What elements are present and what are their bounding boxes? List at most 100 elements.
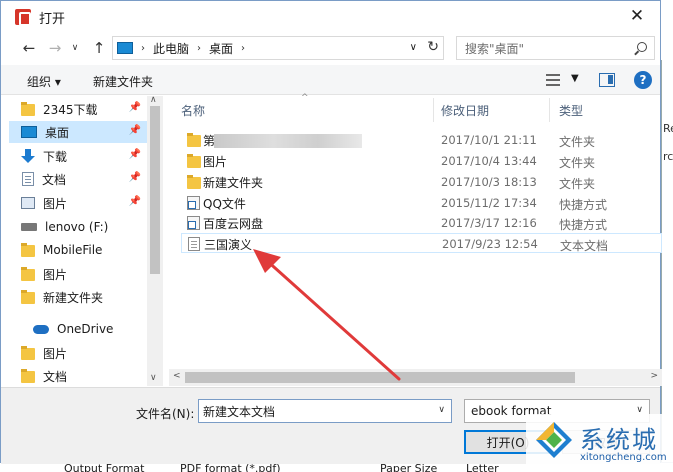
- download-icon: [21, 149, 35, 163]
- address-row: ← → ∨ ↑ › 此电脑 › 桌面 › ∨ ↻ 搜索"桌面": [1, 34, 660, 62]
- watermark-title: 系统城: [580, 426, 658, 454]
- view-options-icon[interactable]: [546, 74, 560, 86]
- column-divider[interactable]: [549, 98, 550, 122]
- nav-pane-scrollbar[interactable]: ∧ ∨: [147, 95, 163, 386]
- nav-item-label: 新建文件夹: [43, 290, 104, 305]
- file-row[interactable]: 新建文件夹 2017/10/3 18:13 文件夹: [181, 172, 662, 192]
- breadcrumb-this-pc[interactable]: 此电脑: [153, 40, 189, 57]
- app-icon: [15, 9, 31, 26]
- filename-input[interactable]: 新建文本文档 ∨: [198, 399, 452, 423]
- folder-icon: [187, 154, 201, 168]
- pictures-icon: [21, 197, 35, 209]
- horizontal-scrollbar[interactable]: < >: [169, 369, 662, 386]
- nav-item-label: lenovo (F:): [45, 220, 109, 234]
- folder-icon: [21, 290, 35, 304]
- breadcrumb-separator-icon[interactable]: ›: [241, 43, 245, 54]
- nav-item-label: 图片: [43, 267, 68, 282]
- breadcrumb-separator-icon[interactable]: ›: [141, 43, 145, 54]
- nav-item-new-folder[interactable]: 新建文件夹: [21, 286, 147, 308]
- documents-icon: [22, 172, 34, 186]
- file-row-highlighted[interactable]: 三国演义 2017/9/23 12:54 文本文档: [181, 233, 662, 253]
- sort-ascending-icon: ^: [301, 93, 309, 103]
- file-name: 百度云网盘: [203, 217, 264, 231]
- recent-locations-dropdown-icon[interactable]: ∨: [65, 38, 85, 58]
- file-date: 2017/9/23 12:54: [442, 237, 538, 251]
- nav-item-label: 文档: [42, 172, 67, 187]
- nav-item-desktop[interactable]: 桌面 📌: [9, 121, 147, 143]
- search-placeholder: 搜索"桌面": [465, 41, 525, 56]
- nav-item-label: 桌面: [45, 125, 70, 140]
- nav-item-onedrive-pictures[interactable]: 图片: [21, 342, 147, 364]
- search-input[interactable]: 搜索"桌面": [456, 36, 655, 60]
- column-header-type[interactable]: 类型: [559, 102, 583, 119]
- scrollbar-thumb[interactable]: [185, 372, 575, 383]
- nav-item-2345-downloads[interactable]: 2345下载 📌: [21, 98, 147, 120]
- help-icon[interactable]: ?: [634, 71, 652, 89]
- title-bar: 打开 ✕: [1, 1, 660, 33]
- file-list: ^ 名称 修改日期 类型 第 2017/10/1 21:11 文件夹 图片 20…: [169, 93, 662, 386]
- open-file-dialog: 打开 ✕ ← → ∨ ↑ › 此电脑 › 桌面 › ∨ ↻ 搜索"桌面" 组织 …: [0, 0, 662, 464]
- search-icon[interactable]: [637, 42, 647, 52]
- new-folder-button[interactable]: 新建文件夹: [93, 73, 153, 90]
- filename-value: 新建文本文档: [203, 404, 276, 419]
- scroll-up-icon[interactable]: ∧: [150, 95, 157, 105]
- onedrive-icon: [33, 324, 49, 334]
- column-header-modified[interactable]: 修改日期: [441, 102, 489, 119]
- refresh-icon[interactable]: ↻: [427, 39, 439, 55]
- folder-icon: [187, 133, 201, 147]
- nav-item-downloads[interactable]: 下载 📌: [21, 145, 147, 167]
- nav-item-label: 2345下载: [43, 102, 98, 117]
- pin-icon: 📌: [128, 125, 141, 136]
- scrollbar-thumb[interactable]: [150, 106, 160, 274]
- scroll-right-icon[interactable]: >: [650, 371, 658, 381]
- file-type: 文本文档: [560, 239, 609, 253]
- desktop-icon: [21, 126, 37, 138]
- file-date: 2017/10/1 21:11: [441, 133, 537, 147]
- nav-item-mobilefile[interactable]: MobileFile: [21, 239, 147, 261]
- organize-button[interactable]: 组织 ▾: [27, 73, 61, 90]
- breadcrumb-desktop[interactable]: 桌面: [209, 40, 233, 57]
- file-row[interactable]: 图片 2017/10/4 13:44 文件夹: [181, 151, 662, 171]
- watermark-logo-icon: [536, 422, 572, 458]
- back-arrow-icon[interactable]: ←: [19, 38, 39, 58]
- nav-item-documents[interactable]: 文档 📌: [21, 168, 147, 190]
- folder-icon: [21, 102, 35, 116]
- shortcut-icon: [187, 196, 200, 210]
- shortcut-icon: [187, 216, 200, 230]
- folder-icon: [21, 346, 35, 360]
- column-divider[interactable]: [433, 98, 434, 122]
- file-date: 2017/10/3 18:13: [441, 175, 537, 189]
- chevron-down-icon[interactable]: ∨: [410, 42, 417, 53]
- file-name: 三国演义: [204, 238, 253, 252]
- view-dropdown-icon[interactable]: ▼: [571, 73, 579, 84]
- nav-item-onedrive-documents[interactable]: 文档: [21, 365, 147, 386]
- scroll-down-icon[interactable]: ∨: [150, 373, 157, 383]
- breadcrumb-separator-icon[interactable]: ›: [197, 43, 201, 54]
- preview-pane-icon[interactable]: [599, 73, 615, 87]
- folder-icon: [21, 369, 35, 383]
- file-row[interactable]: QQ文件 2015/11/2 17:34 快捷方式: [181, 193, 662, 213]
- redacted-name-block: [214, 134, 362, 148]
- forward-arrow-icon[interactable]: →: [45, 38, 65, 58]
- close-button[interactable]: ✕: [614, 1, 660, 31]
- scroll-left-icon[interactable]: <: [173, 371, 181, 381]
- nav-item-pictures-folder[interactable]: 图片: [21, 263, 147, 285]
- toolbar: 组织 ▾ 新建文件夹 ▼ ?: [1, 65, 660, 95]
- address-bar[interactable]: › 此电脑 › 桌面 › ∨ ↻: [112, 36, 444, 60]
- file-type: 文件夹: [559, 156, 596, 170]
- navigation-pane: 2345下载 📌 桌面 📌 下载 📌 文档 📌 图片 📌 lenovo (F:): [1, 96, 163, 386]
- up-arrow-icon[interactable]: ↑: [89, 38, 109, 58]
- file-type: 快捷方式: [559, 218, 608, 232]
- nav-item-onedrive[interactable]: OneDrive: [33, 318, 159, 340]
- file-type: 快捷方式: [559, 198, 608, 212]
- column-header-name[interactable]: 名称: [181, 102, 205, 119]
- file-row[interactable]: 百度云网盘 2017/3/17 12:16 快捷方式: [181, 213, 662, 233]
- file-date: 2015/11/2 17:34: [441, 196, 537, 210]
- nav-item-label: MobileFile: [43, 243, 103, 257]
- background-text: Re: [663, 122, 673, 135]
- nav-item-label: OneDrive: [57, 322, 114, 336]
- nav-item-lenovo-drive[interactable]: lenovo (F:): [21, 216, 147, 238]
- nav-item-pictures[interactable]: 图片 📌: [21, 192, 147, 214]
- chevron-down-icon[interactable]: ∨: [438, 405, 445, 415]
- file-row[interactable]: 第 2017/10/1 21:11 文件夹: [181, 130, 662, 150]
